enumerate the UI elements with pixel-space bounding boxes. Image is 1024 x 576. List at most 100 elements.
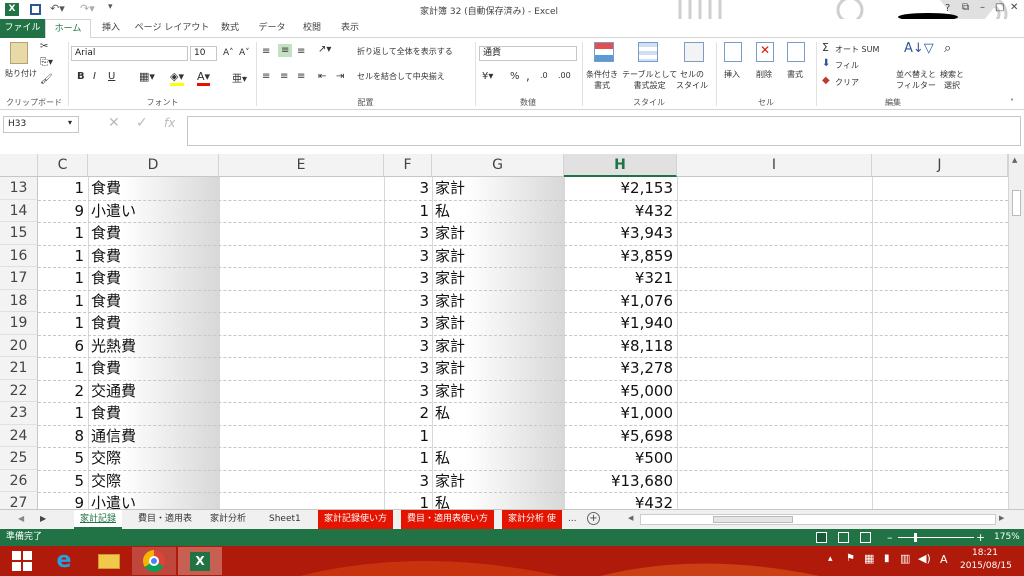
cell-g[interactable]: 家計 <box>435 290 561 312</box>
font-size-select[interactable]: 10 <box>190 46 217 61</box>
zoom-in-icon[interactable]: + <box>976 529 985 546</box>
sheet-scroll-left-icon[interactable]: ◀ <box>18 514 24 523</box>
cell-g[interactable]: 私 <box>435 492 561 509</box>
sheet-tab-家計記録[interactable]: 家計記録 <box>74 510 123 529</box>
tab-page-layout[interactable]: ページ レイアウト <box>132 19 212 38</box>
row-header[interactable]: 15 <box>0 222 38 245</box>
cell-h[interactable]: ¥5,698 <box>564 425 674 447</box>
save-icon[interactable] <box>30 4 41 15</box>
zoom-slider-thumb[interactable] <box>914 533 917 542</box>
cell-f[interactable]: 3 <box>384 290 429 312</box>
cell-d[interactable]: 食費 <box>91 267 217 289</box>
cell-h[interactable]: ¥432 <box>564 492 673 509</box>
sheet-tab-家計分析[interactable]: 家計分析 <box>204 510 252 529</box>
clock-date[interactable]: 2015/08/15 <box>960 561 1012 571</box>
insert-cells-icon[interactable] <box>724 42 742 62</box>
clear-icon[interactable]: ◆ <box>822 75 830 86</box>
column-header-d[interactable]: D <box>88 154 219 177</box>
cell-f[interactable]: 3 <box>384 357 429 379</box>
increase-decimal-icon[interactable]: .0 <box>540 71 548 80</box>
row-header[interactable]: 21 <box>0 357 38 380</box>
cell-c[interactable]: 5 <box>38 470 84 492</box>
cell-h[interactable]: ¥3,278 <box>564 357 674 379</box>
excel-taskbar-icon[interactable]: X <box>178 547 222 575</box>
redo-icon[interactable]: ↷▾ <box>80 2 95 15</box>
sort-filter-icon[interactable]: A↓▽ <box>904 41 934 56</box>
column-header-i[interactable]: I <box>677 154 872 177</box>
cell-g[interactable]: 家計 <box>435 335 561 357</box>
formula-input[interactable] <box>187 116 1021 146</box>
cell-d[interactable]: 通信費 <box>91 425 217 447</box>
cell-c[interactable]: 1 <box>38 290 84 312</box>
minimize-button[interactable]: – <box>980 2 985 13</box>
row-header[interactable]: 20 <box>0 334 38 357</box>
tab-view[interactable]: 表示 <box>334 19 366 38</box>
align-center-icon[interactable]: ≡ <box>280 71 288 82</box>
row-header[interactable]: 24 <box>0 424 38 447</box>
normal-view-icon[interactable] <box>816 532 827 543</box>
delete-cells-button[interactable]: 削除 <box>756 69 772 80</box>
cell-c[interactable]: 9 <box>38 200 84 222</box>
column-header-h[interactable]: H <box>564 154 677 177</box>
cell-c[interactable]: 8 <box>38 425 84 447</box>
sheet-scroll-right-icon[interactable]: ▶ <box>40 514 46 523</box>
cell-c[interactable]: 9 <box>38 492 84 509</box>
cell-c[interactable]: 1 <box>38 402 84 424</box>
format-painter-icon[interactable]: 🖌 <box>40 74 53 85</box>
cell-d[interactable]: 小遣い <box>91 492 217 509</box>
clock-time[interactable]: 18:21 <box>972 548 998 558</box>
cell-c[interactable]: 1 <box>38 312 84 334</box>
cell-styles-button[interactable]: セルの スタイル <box>676 69 708 91</box>
row-header[interactable]: 25 <box>0 447 38 470</box>
cell-f[interactable]: 3 <box>384 335 429 357</box>
zoom-slider[interactable] <box>898 537 974 538</box>
cell-d[interactable]: 交際 <box>91 447 217 469</box>
page-layout-view-icon[interactable] <box>838 532 849 543</box>
cell-d[interactable]: 食費 <box>91 222 217 244</box>
battery-icon[interactable]: ▮ <box>884 553 890 564</box>
vertical-scrollbar[interactable]: ▲ <box>1008 154 1024 509</box>
border-icon[interactable]: ▦▾ <box>139 70 155 83</box>
cell-h[interactable]: ¥3,859 <box>564 245 674 267</box>
align-bottom-icon[interactable]: ≡ <box>297 46 305 57</box>
cell-d[interactable]: 食費 <box>91 357 217 379</box>
cell-f[interactable]: 3 <box>384 177 429 199</box>
cell-d[interactable]: 食費 <box>91 245 217 267</box>
tray-chevron-icon[interactable]: ▴ <box>828 554 833 564</box>
cut-icon[interactable]: ✂ <box>40 41 48 52</box>
row-header[interactable]: 13 <box>0 177 38 200</box>
restore-button[interactable]: □ <box>995 2 1004 13</box>
row-header[interactable]: 23 <box>0 402 38 425</box>
orientation-icon[interactable]: ↗▾ <box>318 44 331 55</box>
help-button[interactable]: ? <box>945 3 950 14</box>
page-break-view-icon[interactable] <box>860 532 871 543</box>
sheet-tab-家計記録使い方[interactable]: 家計記録使い方 <box>318 510 394 529</box>
cell-c[interactable]: 1 <box>38 245 84 267</box>
column-header-j[interactable]: J <box>872 154 1008 177</box>
cell-h[interactable]: ¥5,000 <box>564 380 674 402</box>
cell-d[interactable]: 交通費 <box>91 380 217 402</box>
hscroll-left-icon[interactable]: ◀ <box>628 514 633 522</box>
cell-f[interactable]: 3 <box>384 245 429 267</box>
cell-f[interactable]: 1 <box>384 200 429 222</box>
cell-g[interactable]: 私 <box>435 200 561 222</box>
row-header[interactable]: 16 <box>0 244 38 267</box>
conditional-format-button[interactable]: 条件付き 書式 <box>586 69 618 91</box>
row-header[interactable]: 14 <box>0 199 38 222</box>
align-left-icon[interactable]: ≡ <box>262 71 270 82</box>
fill-icon[interactable]: ⬇ <box>822 58 830 69</box>
cell-h[interactable]: ¥321 <box>564 267 673 289</box>
wrap-text-button[interactable]: 折り返して全体を表示する <box>357 46 453 57</box>
cell-h[interactable]: ¥1,000 <box>564 402 674 424</box>
cell-styles-icon[interactable] <box>684 42 704 62</box>
font-name-select[interactable]: Arial <box>71 46 188 61</box>
underline-button[interactable]: U <box>108 71 115 82</box>
row-header[interactable]: 17 <box>0 267 38 290</box>
cell-h[interactable]: ¥8,118 <box>564 335 674 357</box>
cell-f[interactable]: 1 <box>384 447 429 469</box>
format-as-table-button[interactable]: テーブルとして 書式設定 <box>622 69 677 91</box>
phonetic-icon[interactable]: 亜▾ <box>232 70 247 85</box>
cell-h[interactable]: ¥1,076 <box>564 290 674 312</box>
decrease-indent-icon[interactable]: ⇤ <box>318 71 326 82</box>
action-center-icon[interactable]: ⚑ <box>846 553 855 564</box>
